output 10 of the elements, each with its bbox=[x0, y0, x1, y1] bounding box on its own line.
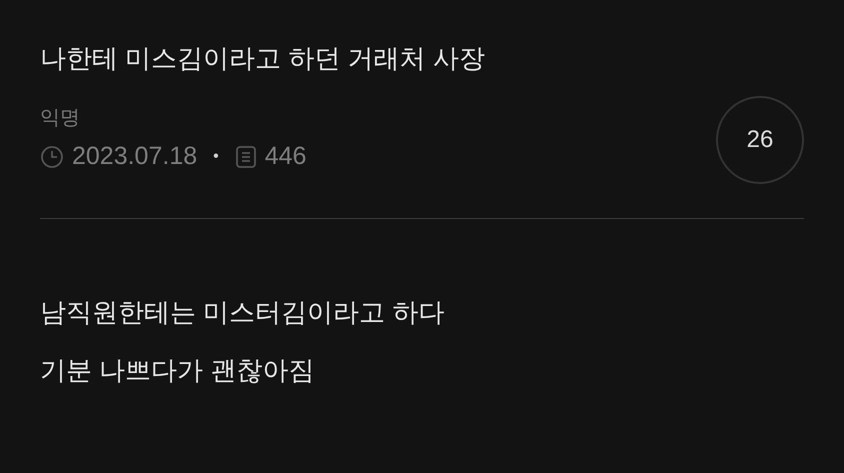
body-text-line: 남직원한테는 미스터김이라고 하다 bbox=[40, 296, 446, 329]
clock-icon bbox=[40, 145, 64, 169]
post-date: 2023.07.18 bbox=[72, 141, 198, 172]
author-name: 익명 bbox=[40, 106, 81, 132]
document-icon bbox=[234, 145, 257, 169]
view-count: 446 bbox=[264, 141, 306, 172]
separator-dot: • bbox=[213, 147, 219, 167]
post-title: 나한테 미스김이라고 하던 거래처 사장 bbox=[40, 42, 486, 75]
body-text-line: 기분 나쁘다가 괜찮아짐 bbox=[40, 354, 316, 387]
comment-count[interactable]: 26 bbox=[716, 96, 804, 184]
